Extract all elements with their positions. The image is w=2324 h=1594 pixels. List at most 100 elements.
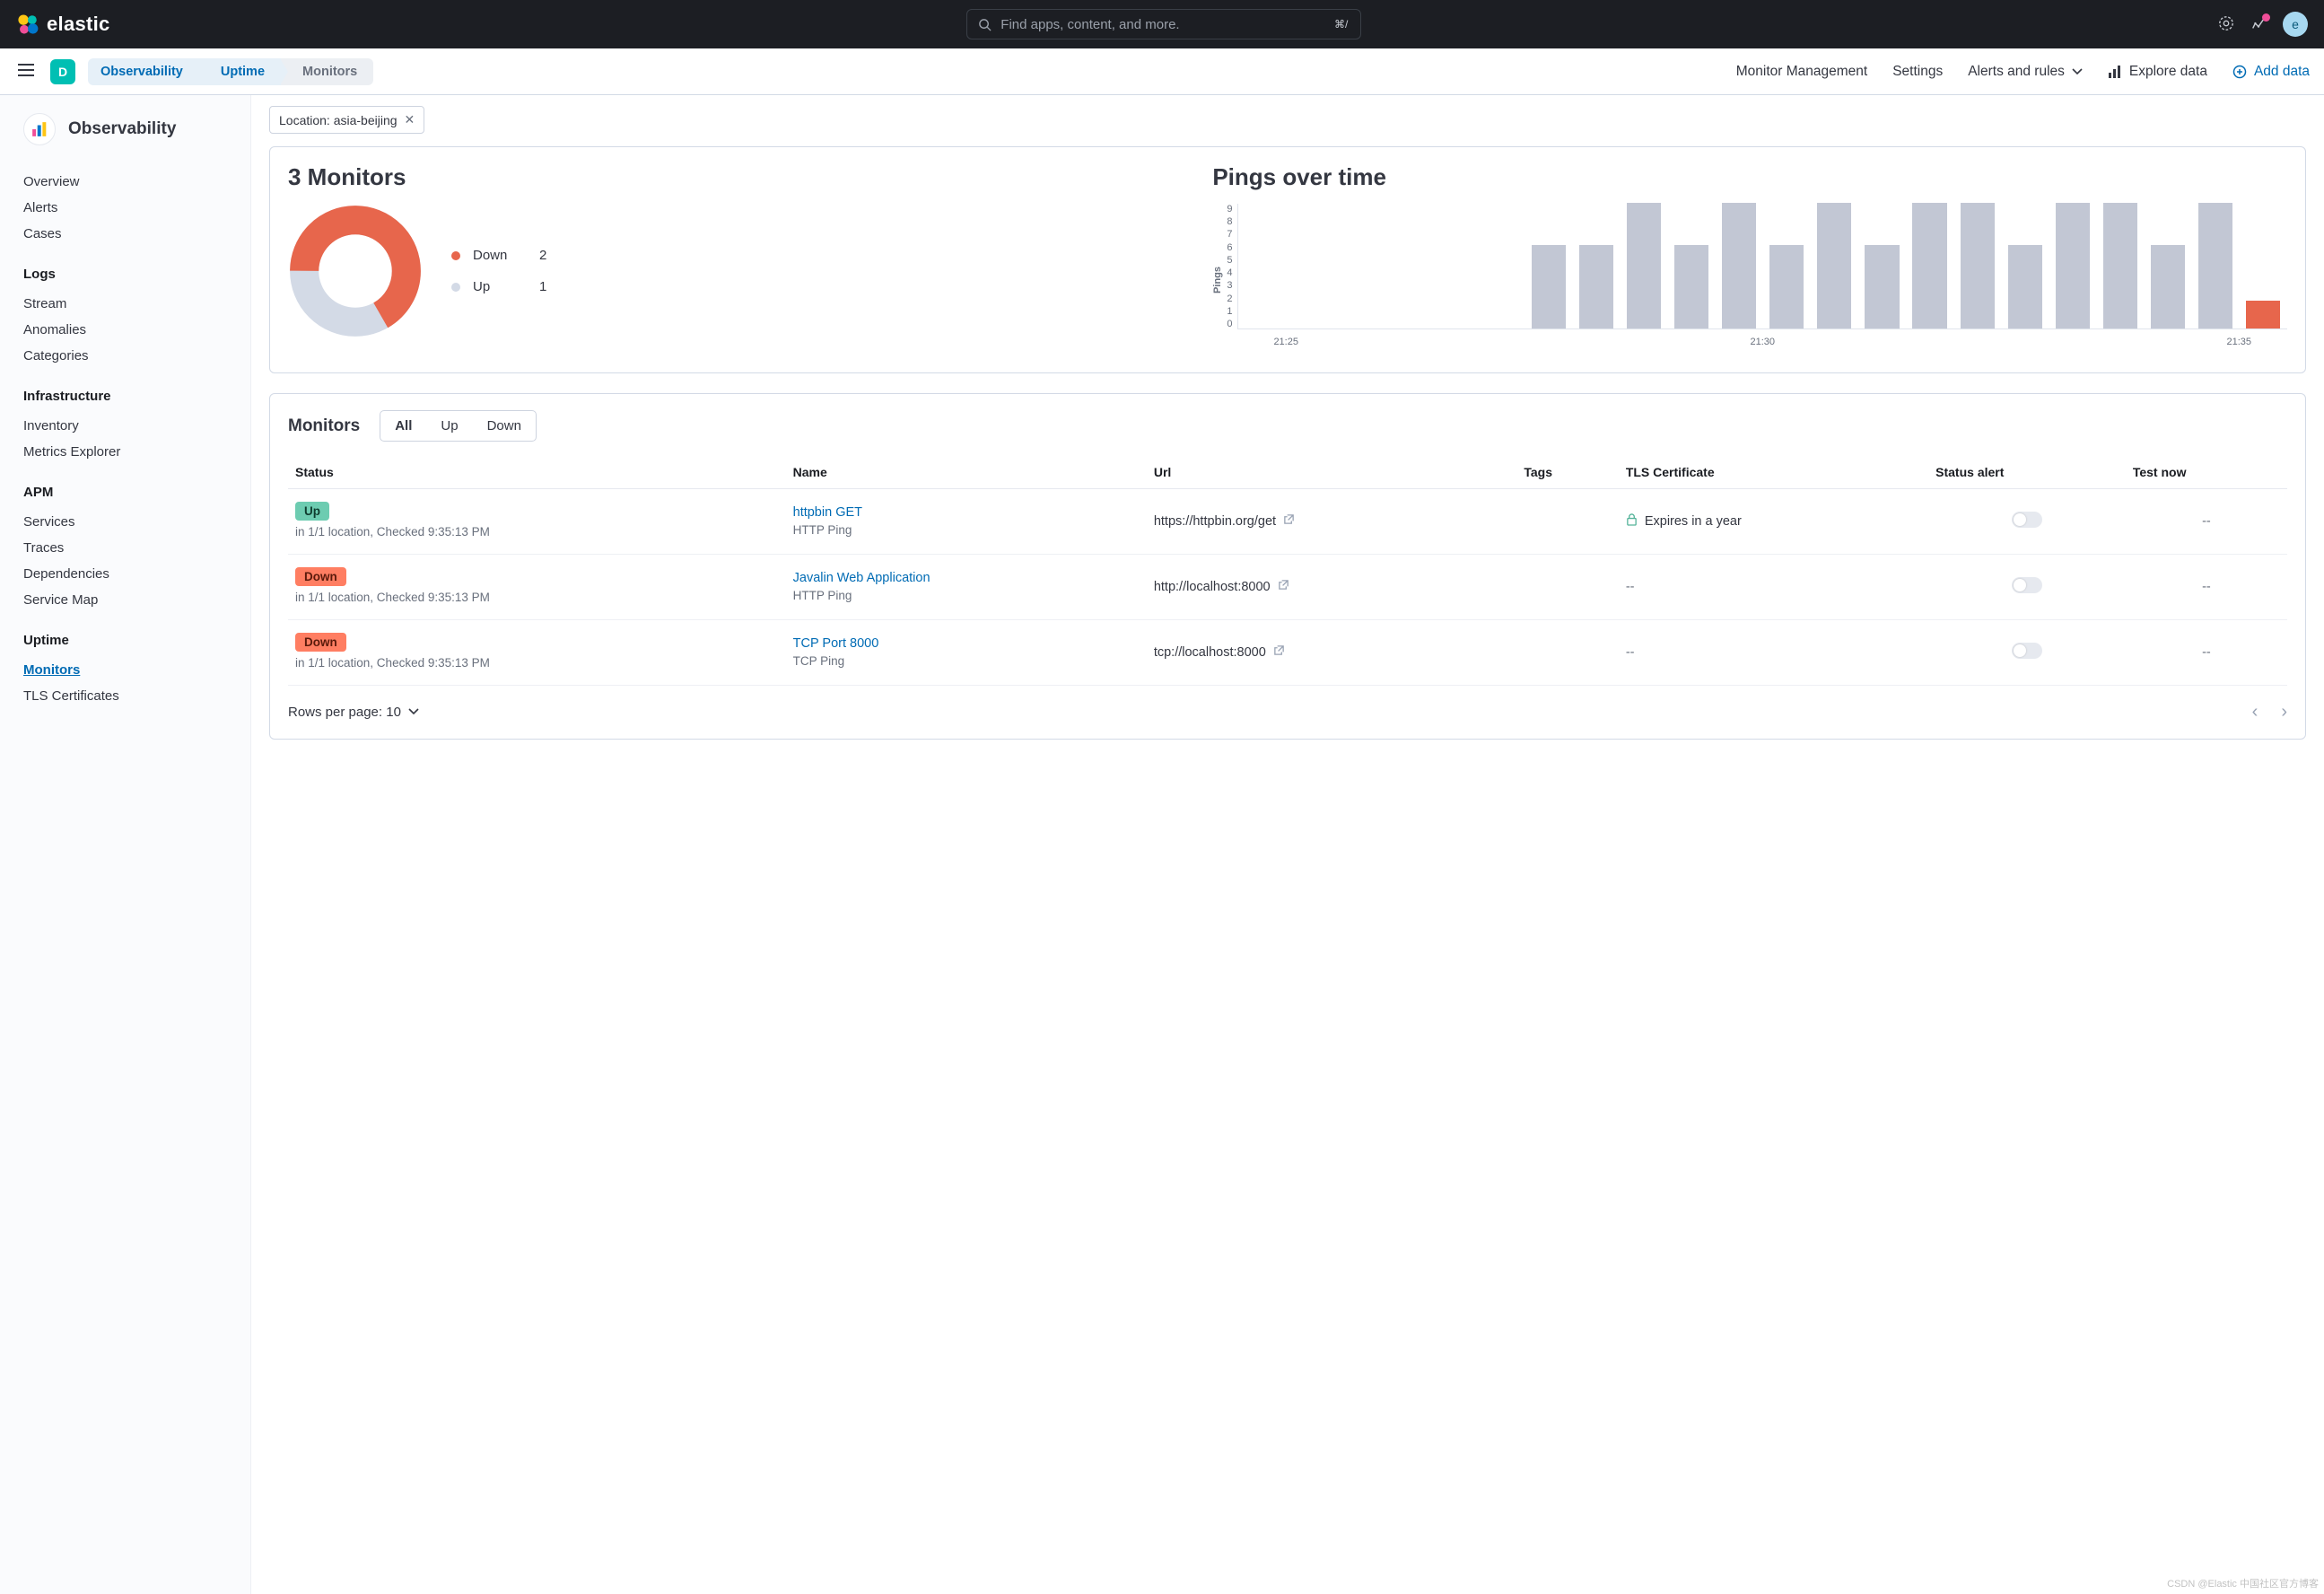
topbar: elastic ⌘/ e bbox=[0, 0, 2324, 48]
breadcrumb-uptime[interactable]: Uptime bbox=[199, 58, 281, 85]
monitor-name-link[interactable]: TCP Port 8000 bbox=[793, 636, 1140, 651]
monitor-url[interactable]: http://localhost:8000 bbox=[1154, 579, 1510, 594]
brand-logo[interactable]: elastic bbox=[16, 13, 110, 36]
external-link-icon bbox=[1283, 513, 1295, 529]
sidebar-item-metrics-explorer[interactable]: Metrics Explorer bbox=[23, 439, 236, 465]
sidebar-item-overview[interactable]: Overview bbox=[23, 169, 236, 195]
legend-down-label: Down bbox=[473, 248, 527, 263]
pings-bar bbox=[2192, 203, 2240, 328]
pings-bars-area bbox=[1237, 204, 2287, 329]
test-now-cell: -- bbox=[2202, 580, 2211, 594]
monitor-url[interactable]: https://httpbin.org/get bbox=[1154, 513, 1510, 529]
pings-xaxis: 21:2521:3021:35 bbox=[1237, 337, 2287, 347]
nav-explore-data[interactable]: Explore data bbox=[2108, 64, 2207, 80]
shell: Observability OverviewAlertsCases Logs Str… bbox=[0, 95, 2324, 1594]
table-row: Downin 1/1 location, Checked 9:35:13 PMJ… bbox=[288, 554, 2287, 619]
pings-section: Pings over time Pings 9876543210 21:2521… bbox=[1212, 163, 2287, 356]
col-name[interactable]: Name bbox=[786, 456, 1147, 489]
global-search-wrap: ⌘/ bbox=[127, 9, 2202, 39]
pings-bar bbox=[2049, 203, 2096, 328]
pings-bar bbox=[1763, 245, 1811, 328]
col-test-now[interactable]: Test now bbox=[2126, 456, 2287, 489]
sidebar-scroll[interactable]: Observability OverviewAlertsCases Logs Str… bbox=[0, 95, 251, 1594]
hamburger-icon bbox=[18, 64, 34, 76]
nav-monitor-management[interactable]: Monitor Management bbox=[1736, 64, 1867, 80]
col-url[interactable]: Url bbox=[1147, 456, 1517, 489]
chevron-down-icon bbox=[2072, 68, 2083, 75]
tags-cell bbox=[1516, 554, 1618, 619]
sidebar-item-inventory[interactable]: Inventory bbox=[23, 413, 236, 439]
nav-toggle-button[interactable] bbox=[14, 60, 38, 83]
brand-name: elastic bbox=[47, 13, 110, 36]
pings-bar bbox=[1525, 245, 1572, 328]
monitor-url[interactable]: tcp://localhost:8000 bbox=[1154, 644, 1510, 660]
sidebar-item-traces[interactable]: Traces bbox=[23, 535, 236, 561]
bar-chart-icon bbox=[2108, 65, 2122, 79]
sidebar-item-monitors[interactable]: Monitors bbox=[23, 657, 236, 683]
sidebar-item-categories[interactable]: Categories bbox=[23, 343, 236, 369]
monitors-panel-title: Monitors bbox=[288, 416, 360, 436]
nav-settings[interactable]: Settings bbox=[1892, 64, 1943, 80]
table-row: Upin 1/1 location, Checked 9:35:13 PMhtt… bbox=[288, 489, 2287, 555]
sidebar-item-service-map[interactable]: Service Map bbox=[23, 587, 236, 613]
monitors-panel: Monitors All Up Down StatusNameUrlTagsTL… bbox=[269, 393, 2306, 740]
user-avatar[interactable]: e bbox=[2283, 12, 2308, 37]
tags-cell bbox=[1516, 489, 1618, 555]
test-now-cell: -- bbox=[2202, 645, 2211, 660]
rows-per-page-button[interactable]: Rows per page: 10 bbox=[288, 705, 419, 720]
monitor-name-link[interactable]: httpbin GET bbox=[793, 505, 1140, 520]
tab-down[interactable]: Down bbox=[473, 411, 536, 441]
tab-all[interactable]: All bbox=[380, 411, 426, 441]
sidebar-title: Observability bbox=[68, 119, 176, 139]
breadcrumbs: Observability Uptime Monitors bbox=[88, 58, 373, 85]
legend-up-value: 1 bbox=[539, 279, 546, 294]
col-tags[interactable]: Tags bbox=[1516, 456, 1618, 489]
sidebar-group-title: Infrastructure bbox=[23, 389, 236, 404]
monitors-count-title: 3 Monitors bbox=[288, 163, 1167, 191]
sidebar-item-cases[interactable]: Cases bbox=[23, 221, 236, 247]
col-status[interactable]: Status bbox=[288, 456, 786, 489]
legend-down: Down 2 bbox=[451, 248, 546, 263]
sidebar-item-stream[interactable]: Stream bbox=[23, 291, 236, 317]
pings-bar bbox=[2096, 203, 2144, 328]
monitors-filter-tabs: All Up Down bbox=[380, 410, 537, 442]
pings-chart: Pings 9876543210 21:2521:3021:35 bbox=[1212, 204, 2287, 356]
filter-chip-remove-icon[interactable]: ✕ bbox=[405, 112, 415, 127]
subheader-right: Monitor Management Settings Alerts and r… bbox=[1736, 64, 2310, 80]
global-search-input[interactable] bbox=[1000, 17, 1324, 32]
legend-down-dot bbox=[451, 251, 460, 260]
nav-add-data[interactable]: Add data bbox=[2232, 64, 2310, 80]
status-alert-toggle[interactable] bbox=[2012, 577, 2042, 593]
sidebar-group-title: Logs bbox=[23, 267, 236, 282]
sidebar-item-services[interactable]: Services bbox=[23, 509, 236, 535]
sidebar-item-anomalies[interactable]: Anomalies bbox=[23, 317, 236, 343]
filter-chip-location[interactable]: Location: asia-beijing ✕ bbox=[269, 106, 424, 134]
newsfeed-icon[interactable] bbox=[2250, 15, 2267, 34]
monitor-type-label: HTTP Ping bbox=[793, 523, 1140, 537]
help-icon[interactable] bbox=[2218, 15, 2234, 34]
lock-icon bbox=[1626, 512, 1638, 530]
pager-next-button[interactable]: › bbox=[2281, 702, 2287, 723]
pings-ylabel: Pings bbox=[1212, 267, 1223, 293]
tab-up[interactable]: Up bbox=[426, 411, 472, 441]
col-tls-certificate[interactable]: TLS Certificate bbox=[1619, 456, 1928, 489]
status-alert-toggle[interactable] bbox=[2012, 512, 2042, 528]
sidebar: Observability OverviewAlertsCases Logs Str… bbox=[0, 95, 250, 765]
pager-prev-button[interactable]: ‹ bbox=[2252, 702, 2258, 723]
breadcrumb-observability[interactable]: Observability bbox=[88, 58, 199, 85]
sidebar-item-dependencies[interactable]: Dependencies bbox=[23, 561, 236, 587]
sidebar-item-tls-certificates[interactable]: TLS Certificates bbox=[23, 683, 236, 709]
nav-alerts-rules[interactable]: Alerts and rules bbox=[1968, 64, 2083, 80]
nav-add-data-label: Add data bbox=[2254, 64, 2310, 80]
status-alert-toggle[interactable] bbox=[2012, 643, 2042, 659]
donut-legend: Down 2 Up 1 bbox=[451, 248, 546, 294]
global-search[interactable]: ⌘/ bbox=[966, 9, 1361, 39]
tls-empty: -- bbox=[1626, 645, 1635, 660]
monitor-name-link[interactable]: Javalin Web Application bbox=[793, 571, 1140, 585]
space-selector[interactable]: D bbox=[50, 59, 75, 84]
external-link-icon bbox=[1278, 579, 1289, 594]
col-status-alert[interactable]: Status alert bbox=[1928, 456, 2126, 489]
sidebar-item-alerts[interactable]: Alerts bbox=[23, 195, 236, 221]
monitors-table: StatusNameUrlTagsTLS CertificateStatus a… bbox=[288, 456, 2287, 686]
status-subtext: in 1/1 location, Checked 9:35:13 PM bbox=[295, 655, 779, 672]
